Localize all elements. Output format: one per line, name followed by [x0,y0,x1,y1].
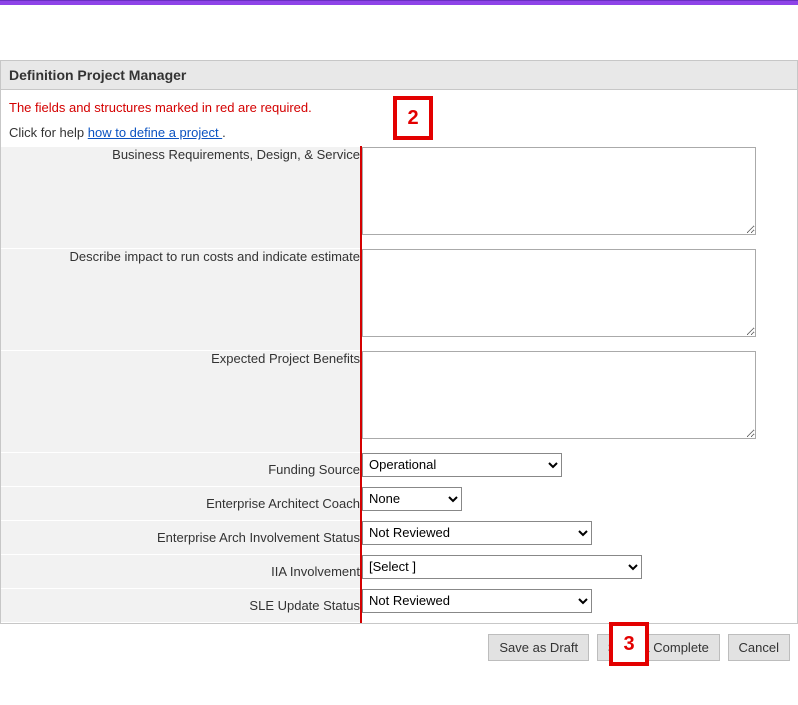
label-funding: Funding Source [1,453,361,487]
coach-select[interactable]: None [362,487,462,511]
label-iia: IIA Involvement [1,555,361,589]
help-prefix: Click for help [9,125,88,140]
help-link[interactable]: how to define a project [88,125,222,140]
cancel-button[interactable]: Cancel [728,634,790,661]
label-coach: Enterprise Architect Coach [1,487,361,521]
benefits-textarea[interactable] [362,351,756,439]
iia-select[interactable]: [Select ] [362,555,642,579]
help-suffix: . [222,125,226,140]
run-cost-textarea[interactable] [362,249,756,337]
label-ea-status: Enterprise Arch Involvement Status [1,521,361,555]
label-biz-req: Business Requirements, Design, & Service [1,147,361,249]
button-bar: Save as Draft Save & Complete Cancel [0,624,798,667]
callout-3: 3 [609,622,649,666]
definition-panel: Definition Project Manager The fields an… [0,60,798,624]
save-draft-button[interactable]: Save as Draft [488,634,589,661]
funding-select[interactable]: Operational [362,453,562,477]
label-run-cost: Describe impact to run costs and indicat… [1,249,361,351]
label-benefits: Expected Project Benefits [1,351,361,453]
callout-2: 2 [393,96,433,140]
label-sle: SLE Update Status [1,589,361,623]
biz-req-textarea[interactable] [362,147,756,235]
form-table: Business Requirements, Design, & Service… [1,146,797,623]
sle-select[interactable]: Not Reviewed [362,589,592,613]
panel-title: Definition Project Manager [1,61,797,90]
ea-status-select[interactable]: Not Reviewed [362,521,592,545]
top-spacer [0,5,798,60]
